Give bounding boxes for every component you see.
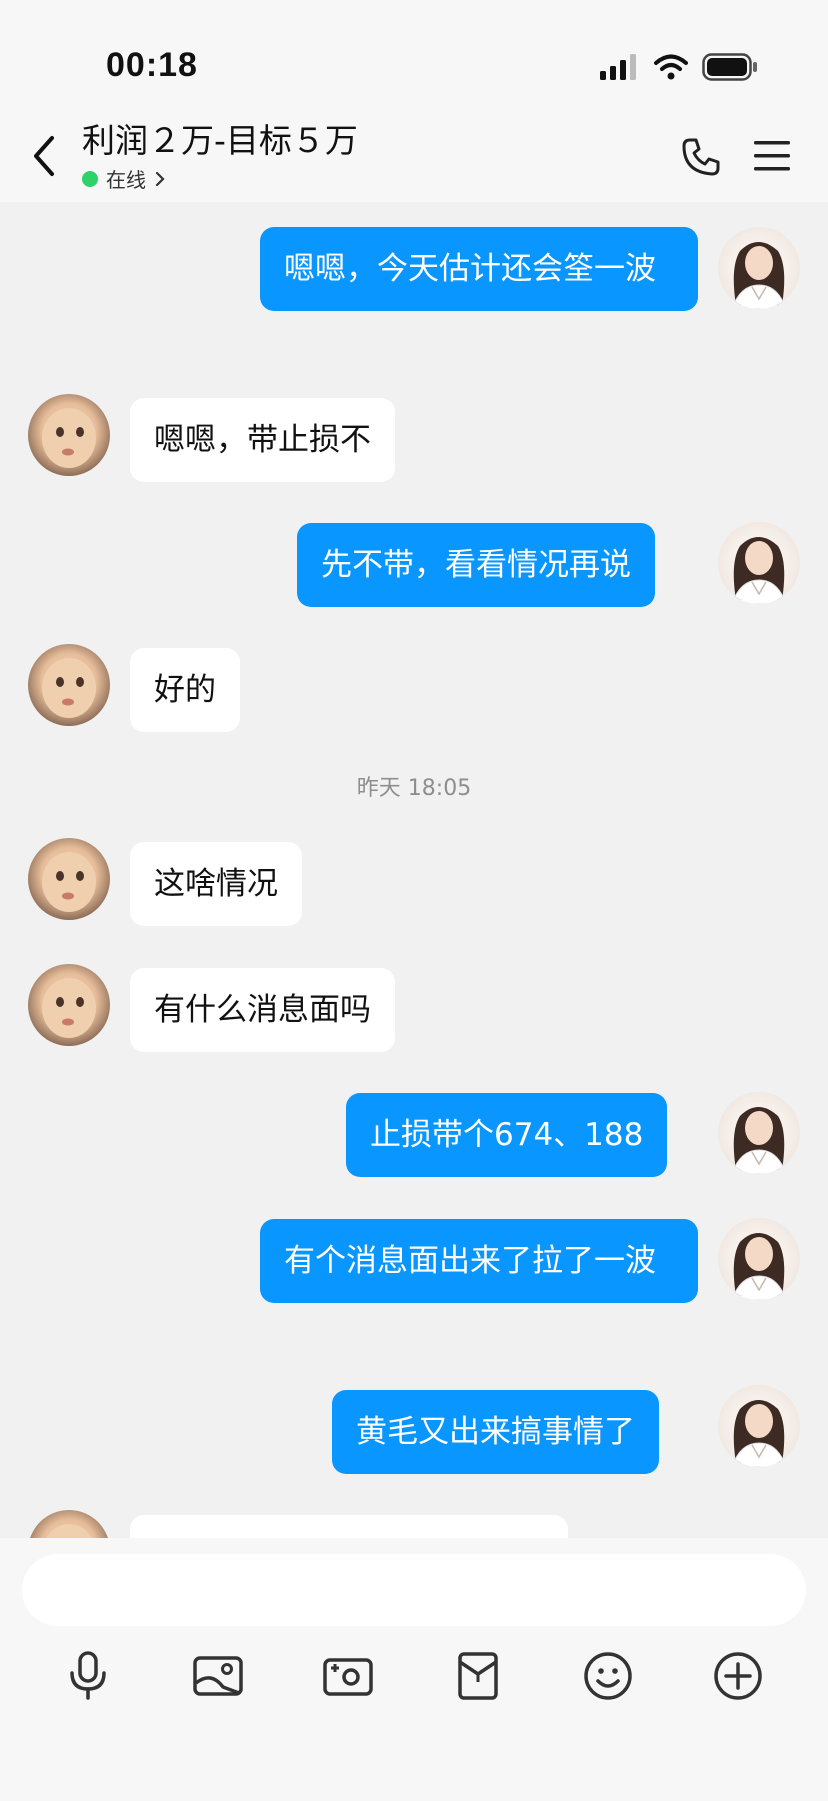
avatar[interactable] xyxy=(28,644,110,726)
avatar[interactable] xyxy=(718,1092,800,1174)
battery-icon xyxy=(702,53,757,81)
avatar[interactable] xyxy=(28,394,110,476)
input-area xyxy=(0,1538,828,1801)
baby-avatar-icon xyxy=(42,658,96,718)
camera-icon xyxy=(323,1658,373,1696)
microphone-icon xyxy=(70,1651,106,1700)
message-input[interactable] xyxy=(22,1554,806,1626)
message-bubble-sent[interactable]: 黄毛又出来搞事情了 xyxy=(332,1390,659,1474)
message-bubble-sent[interactable]: 嗯嗯，今天估计还会筌一波 xyxy=(260,227,698,311)
woman-avatar-icon xyxy=(731,242,787,309)
camera-button[interactable] xyxy=(318,1646,378,1706)
baby-avatar-icon xyxy=(42,852,96,912)
photo-button[interactable] xyxy=(188,1646,248,1706)
back-button[interactable] xyxy=(30,134,60,178)
emoji-button[interactable] xyxy=(578,1646,638,1706)
avatar[interactable] xyxy=(28,838,110,920)
wifi-icon xyxy=(654,54,688,80)
baby-avatar-icon xyxy=(42,408,96,468)
avatar[interactable] xyxy=(28,1510,110,1538)
chevron-right-icon xyxy=(155,171,165,186)
message-bubble-received[interactable] xyxy=(130,1515,568,1538)
status-icons xyxy=(600,52,758,82)
signal-icon xyxy=(600,54,636,80)
menu-button[interactable] xyxy=(752,138,792,174)
chat-header: 利润２万-目标５万 在线 xyxy=(0,100,828,202)
emoji-icon xyxy=(584,1652,632,1700)
call-button[interactable] xyxy=(680,136,722,178)
avatar[interactable] xyxy=(718,522,800,604)
more-button[interactable] xyxy=(708,1646,768,1706)
baby-avatar-icon xyxy=(46,1524,92,1538)
chat-title[interactable]: 利润２万-目标５万 xyxy=(82,114,358,162)
plus-icon xyxy=(714,1652,762,1700)
baby-avatar-icon xyxy=(42,978,96,1038)
menu-icon xyxy=(754,141,790,171)
message-bubble-received[interactable]: 有什么消息面吗 xyxy=(130,968,395,1052)
message-bubble-sent[interactable]: 先不带，看看情况再说 xyxy=(297,523,655,607)
online-status[interactable]: 在线 xyxy=(82,164,166,193)
image-icon xyxy=(193,1656,243,1696)
status-time: 00:18 xyxy=(106,46,198,84)
avatar[interactable] xyxy=(28,964,110,1046)
woman-avatar-icon xyxy=(731,1400,787,1467)
avatar[interactable] xyxy=(718,1385,800,1467)
message-bubble-received[interactable]: 这啥情况 xyxy=(130,842,302,926)
voice-button[interactable] xyxy=(58,1646,118,1706)
chevron-left-icon xyxy=(34,136,54,176)
red-envelope-icon xyxy=(458,1652,498,1700)
woman-avatar-icon xyxy=(731,1107,787,1174)
message-bubble-received[interactable]: 嗯嗯，带止损不 xyxy=(130,398,395,482)
message-list[interactable]: 嗯嗯，今天估计还会筌一波 嗯嗯，带止损不 先不带，看看情况再说 好的 昨天 18… xyxy=(0,202,828,1538)
woman-avatar-icon xyxy=(731,537,787,604)
online-status-label: 在线 xyxy=(106,168,146,192)
online-dot-icon xyxy=(82,170,98,187)
red-envelope-button[interactable] xyxy=(448,1646,508,1706)
message-bubble-sent[interactable]: 止损带个674、188 xyxy=(346,1093,668,1177)
message-bubble-received[interactable]: 好的 xyxy=(130,648,240,732)
timestamp: 昨天 18:05 xyxy=(356,776,472,801)
avatar[interactable] xyxy=(718,1218,800,1300)
message-bubble-sent[interactable]: 有个消息面出来了拉了一波 xyxy=(260,1219,698,1303)
woman-avatar-icon xyxy=(731,1233,787,1300)
phone-icon xyxy=(682,138,720,176)
avatar[interactable] xyxy=(718,227,800,309)
